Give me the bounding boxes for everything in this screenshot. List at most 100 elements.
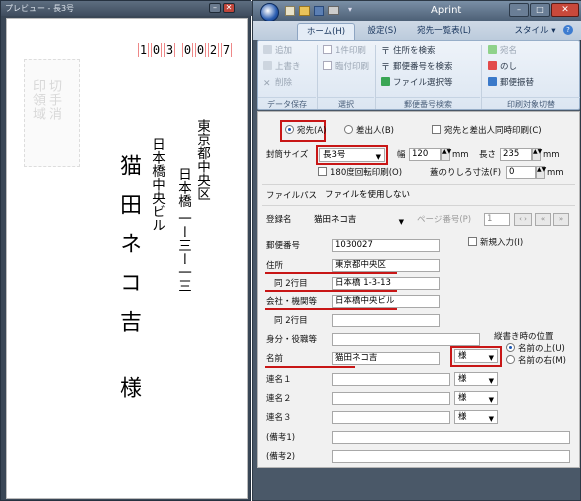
preview-minimize-button[interactable]: – [209, 3, 221, 13]
maximize-button[interactable]: □ [530, 3, 550, 17]
company-input[interactable]: 日本橋中央ビル [332, 295, 440, 308]
radio-name-right[interactable]: 名前の右(M) [506, 355, 566, 367]
style-menu[interactable]: スタイル ▾ [511, 23, 559, 40]
add-button[interactable]: 追加 [263, 44, 292, 58]
print-one-checkbox[interactable]: 1件印刷 [323, 44, 366, 58]
honorific-select[interactable]: 様 ▼ [454, 349, 498, 363]
overwrite-button[interactable]: 上書き [263, 60, 301, 74]
recipient-target-button[interactable]: 宛名 [488, 44, 517, 58]
search-zip-button[interactable]: 〒郵便番号を検索 [381, 60, 453, 74]
zip-digit-5: 0 [195, 43, 206, 57]
tab-recipient-list[interactable]: 宛先一覧表(L) [409, 23, 479, 40]
highlight-underline-address2 [265, 290, 397, 292]
width-unit: mm [452, 150, 469, 160]
filepath-label: ファイルパス [266, 191, 318, 201]
zip-icon: 〒 [381, 63, 391, 73]
zip-input[interactable]: 1030027 [332, 239, 440, 252]
app-logo-icon[interactable] [260, 3, 279, 22]
zip-digit-3: 3 [164, 43, 175, 57]
checkbox-icon [323, 61, 332, 70]
name-label: 名前 [266, 354, 284, 364]
radio-icon [506, 355, 515, 364]
quick-access-dropdown-icon[interactable]: ▾ [348, 5, 352, 14]
joint-name-2-honorific-select[interactable]: 様 ▼ [454, 391, 498, 405]
new-file-icon[interactable] [285, 6, 295, 16]
chevron-down-icon: ▼ [375, 153, 381, 161]
preview-company: 日本橋中央ビル [149, 137, 165, 232]
registered-name-select[interactable]: 猫田ネコ吉 ▼ [310, 213, 408, 227]
length-spinner[interactable]: ▲▼ [532, 148, 542, 161]
save-icon[interactable] [314, 6, 324, 16]
flap-margin-spinner[interactable]: ▲▼ [536, 166, 546, 179]
delete-button[interactable]: ✕ 削除 [263, 76, 292, 90]
noshi-button[interactable]: のし [488, 60, 517, 74]
joint-name-1-honorific-select[interactable]: 様 ▼ [454, 372, 498, 386]
flap-margin-label: 蓋のりしろ寸法(F) [430, 168, 502, 178]
file-select-button[interactable]: ファイル選択等 [381, 76, 453, 90]
postal-transfer-button[interactable]: 郵便振替 [488, 76, 534, 90]
minimize-button[interactable]: – [509, 3, 529, 17]
company2-label: 同 2行目 [274, 316, 308, 326]
page-prev-next-button[interactable]: ‹ › [514, 213, 532, 226]
overwrite-icon [263, 61, 272, 70]
joint-name-3-input[interactable] [332, 411, 450, 424]
width-input[interactable]: 120 [409, 148, 441, 161]
tab-settings[interactable]: 設定(S) [361, 23, 403, 40]
radio-recipient[interactable]: 宛先(A) [285, 125, 326, 137]
file-icon [381, 77, 390, 86]
page-last-button[interactable]: » [553, 213, 569, 226]
joint-name-3-honorific-select[interactable]: 様 ▼ [454, 410, 498, 424]
zip-digit-1: 1 [138, 43, 149, 57]
help-icon[interactable]: ? [563, 25, 573, 35]
print-icon[interactable] [328, 6, 339, 15]
note-1-input[interactable] [332, 431, 570, 444]
page-number-input[interactable]: 1 [484, 213, 510, 226]
checkbox-icon [323, 45, 332, 54]
address-input[interactable]: 東京都中央区 [332, 259, 440, 272]
status-bar [257, 469, 580, 499]
company-label: 会社・機関等 [266, 297, 318, 307]
new-entry-checkbox[interactable]: 新規入力(I) [468, 237, 523, 249]
divider [262, 205, 575, 206]
length-input[interactable]: 235 [500, 148, 532, 161]
print-temp-checkbox[interactable]: 臨付印刷 [323, 60, 369, 74]
tab-home[interactable]: ホーム(H) [297, 23, 355, 40]
envelope-preview: 1 0 3 0 0 2 7 切手消印領域 東京都中央区 日本橋 一ー三ー一三 日… [6, 18, 248, 499]
ribbon-tab-bar: ホーム(H) 設定(S) 宛先一覧表(L) スタイル ▾ ? [253, 21, 581, 40]
joint-name-1-input[interactable] [332, 373, 450, 386]
same-time-print-checkbox[interactable]: 宛先と差出人同時印刷(C) [432, 125, 542, 137]
radio-name-above[interactable]: 名前の上(U) [506, 343, 565, 355]
flap-margin-unit: mm [547, 168, 564, 178]
title-input[interactable] [332, 333, 480, 346]
joint-name-2-input[interactable] [332, 392, 450, 405]
checkbox-icon [318, 167, 327, 176]
radio-icon [344, 125, 353, 134]
address2-input[interactable]: 日本橋 1-3-13 [332, 277, 440, 290]
preview-address-line2: 日本橋 一ー三ー一三 [175, 167, 191, 293]
open-folder-icon[interactable] [299, 6, 310, 16]
search-address-button[interactable]: 〒住所を検索 [381, 44, 436, 58]
page-number-label: ページ番号(P) [417, 215, 472, 225]
preview-close-button[interactable]: ✕ [223, 3, 235, 13]
envelope-size-select[interactable]: 長3号 ▼ [319, 148, 385, 162]
joint-name-3-label: 連名３ [266, 413, 292, 423]
chevron-down-icon: ▼ [488, 415, 494, 423]
chevron-down-icon: ▼ [488, 377, 494, 385]
note-2-input[interactable] [332, 450, 570, 463]
company2-input[interactable] [332, 314, 440, 327]
rotate-180-checkbox[interactable]: 180度回転印刷(O) [318, 167, 402, 179]
radio-sender[interactable]: 差出人(B) [344, 125, 394, 137]
zip-label: 郵便番号 [266, 241, 301, 251]
flap-margin-input[interactable]: 0 [506, 166, 536, 179]
chevron-down-icon: ▼ [488, 396, 494, 404]
stamp-area-label: 切手消印領域 [30, 79, 61, 121]
width-spinner[interactable]: ▲▼ [441, 148, 451, 161]
page-first-button[interactable]: « [535, 213, 551, 226]
registered-name-label: 登録名 [266, 215, 292, 225]
address2-label: 同 2行目 [274, 279, 308, 289]
highlight-underline-address [265, 272, 397, 274]
envelope-size-label: 封筒サイズ [266, 150, 309, 160]
close-button[interactable]: ✕ [551, 3, 579, 17]
name-input[interactable]: 猫田ネコ吉 [332, 352, 440, 365]
preview-window: プレビュー - 長3号 ✕ – 1 0 3 0 0 2 7 切手消印領域 東京都… [0, 0, 252, 501]
